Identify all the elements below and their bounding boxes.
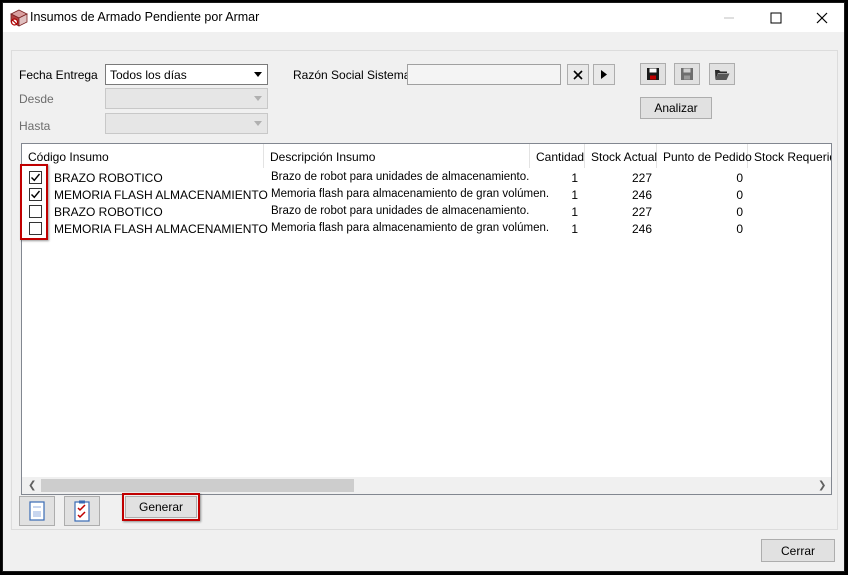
analizar-button[interactable]: Analizar <box>640 97 712 119</box>
cell-stock-actual: 227 <box>631 205 652 219</box>
fecha-entrega-value: Todos los días <box>110 68 187 82</box>
close-icon <box>573 69 583 80</box>
select-all-button[interactable] <box>64 496 100 526</box>
play-icon <box>601 70 607 79</box>
minimize-button[interactable] <box>706 3 752 32</box>
desde-label: Desde <box>19 92 54 106</box>
hasta-label: Hasta <box>19 119 51 133</box>
cell-cantidad: 1 <box>571 205 578 219</box>
cell-descripcion: Memoria flash para almacenamiento de gra… <box>271 188 550 200</box>
save-button[interactable] <box>640 63 666 85</box>
scroll-left-icon[interactable]: ❮ <box>28 480 36 491</box>
title-bar: Insumos de Armado Pendiente por Armar <box>3 3 844 32</box>
razon-social-input[interactable] <box>407 64 561 85</box>
cell-cantidad: 1 <box>571 222 578 236</box>
cell-descripcion: Memoria flash para almacenamiento de gra… <box>271 222 550 234</box>
desde-select[interactable] <box>105 88 268 109</box>
hasta-select[interactable] <box>105 113 268 134</box>
clear-razon-button[interactable] <box>567 64 589 85</box>
cell-punto-pedido: 0 <box>736 188 743 202</box>
insumos-grid: Código Insumo Descripción Insumo Cantida… <box>21 143 832 495</box>
save-icon <box>681 68 693 80</box>
maximize-icon <box>770 12 782 23</box>
folder-open-icon <box>715 69 730 80</box>
column-header-cantidad[interactable]: Cantidad <box>530 144 585 168</box>
cell-stock-actual: 227 <box>631 171 652 185</box>
chevron-down-icon <box>254 121 262 126</box>
package-icon <box>10 9 28 27</box>
minimize-icon <box>724 17 734 18</box>
cell-punto-pedido: 0 <box>736 222 743 236</box>
select-none-button[interactable] <box>19 496 55 526</box>
cell-codigo: MEMORIA FLASH ALMACENAMIENTO <box>54 188 268 202</box>
table-row[interactable]: MEMORIA FLASH ALMACENAMIENTO Memoria fla… <box>22 221 831 238</box>
save-icon <box>647 68 659 80</box>
table-row[interactable]: MEMORIA FLASH ALMACENAMIENTO Memoria fla… <box>22 187 831 204</box>
table-row[interactable]: BRAZO ROBOTICO Brazo de robot para unida… <box>22 204 831 221</box>
column-header-descripcion[interactable]: Descripción Insumo <box>264 144 530 168</box>
fecha-entrega-select[interactable]: Todos los días <box>105 64 268 85</box>
close-icon <box>816 12 828 23</box>
razon-social-label: Razón Social Sistema <box>293 68 411 82</box>
cell-codigo: MEMORIA FLASH ALMACENAMIENTO <box>54 222 268 236</box>
cell-cantidad: 1 <box>571 188 578 202</box>
cell-cantidad: 1 <box>571 171 578 185</box>
cell-stock-actual: 246 <box>631 188 652 202</box>
fecha-entrega-label: Fecha Entrega <box>19 68 98 82</box>
search-razon-button[interactable] <box>593 64 615 85</box>
cell-descripcion: Brazo de robot para unidades de almacena… <box>271 205 530 217</box>
column-header-stock-actual[interactable]: Stock Actual <box>585 144 657 168</box>
maximize-button[interactable] <box>753 3 799 32</box>
close-window-button[interactable] <box>799 3 845 32</box>
cerrar-button[interactable]: Cerrar <box>761 539 835 562</box>
chevron-down-icon <box>254 96 262 101</box>
scrollbar-thumb[interactable] <box>41 479 354 492</box>
blank-document-icon <box>29 501 45 521</box>
checkbox-highlight <box>20 164 48 240</box>
table-row[interactable]: BRAZO ROBOTICO Brazo de robot para unida… <box>22 170 831 187</box>
column-header-stock-requerido[interactable]: Stock Requerido <box>748 144 831 168</box>
window-title: Insumos de Armado Pendiente por Armar <box>30 10 260 24</box>
cell-codigo: BRAZO ROBOTICO <box>54 171 163 185</box>
generar-highlight <box>122 493 200 521</box>
checklist-icon <box>74 500 90 522</box>
cell-descripcion: Brazo de robot para unidades de almacena… <box>271 171 530 183</box>
column-header-punto-pedido[interactable]: Punto de Pedido <box>657 144 752 168</box>
grid-header: Código Insumo Descripción Insumo Cantida… <box>22 144 831 168</box>
cell-stock-actual: 246 <box>631 222 652 236</box>
save-disabled-button[interactable] <box>674 63 700 85</box>
horizontal-scrollbar[interactable]: ❮ ❯ <box>22 477 831 494</box>
open-folder-button[interactable] <box>709 63 735 85</box>
scroll-right-icon[interactable]: ❯ <box>818 480 826 491</box>
column-header-codigo[interactable]: Código Insumo <box>22 144 264 168</box>
cell-punto-pedido: 0 <box>736 171 743 185</box>
cell-codigo: BRAZO ROBOTICO <box>54 205 163 219</box>
main-window: Insumos de Armado Pendiente por Armar Fe… <box>2 2 845 572</box>
cell-punto-pedido: 0 <box>736 205 743 219</box>
chevron-down-icon <box>254 72 262 77</box>
